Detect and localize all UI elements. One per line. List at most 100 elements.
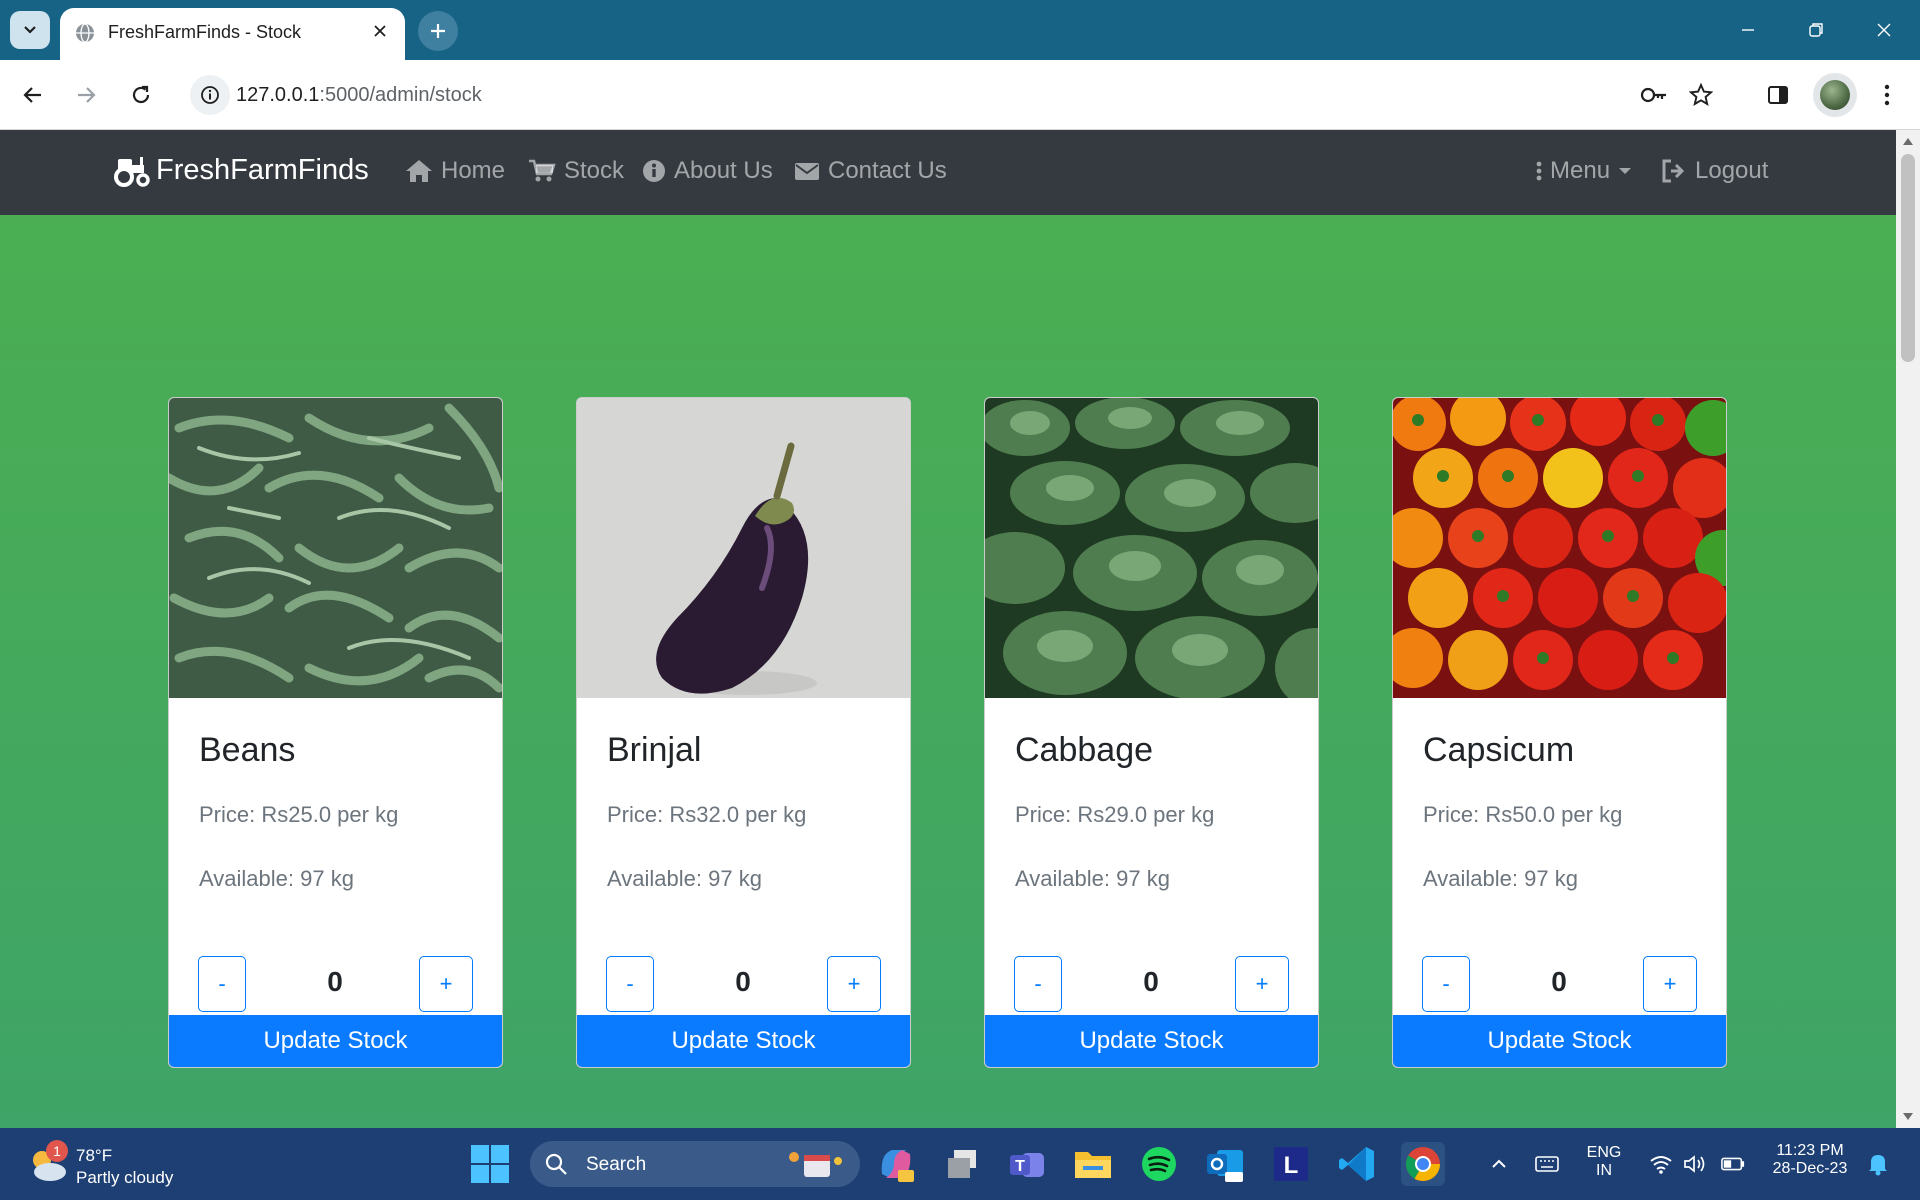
close-window-button[interactable] — [1861, 10, 1907, 50]
nav-about-us[interactable]: About Us — [642, 157, 773, 185]
brand-link[interactable]: FreshFarmFinds — [114, 154, 369, 187]
decrease-quantity-button[interactable]: - — [198, 956, 246, 1012]
taskbar-task-view[interactable] — [940, 1142, 984, 1186]
site-info-button[interactable] — [190, 75, 230, 115]
side-panel-icon — [1768, 86, 1788, 104]
decrease-quantity-button[interactable]: - — [1422, 956, 1470, 1012]
scroll-up-icon[interactable] — [1903, 138, 1913, 145]
clock[interactable]: 11:23 PM 28-Dec-23 — [1762, 1142, 1858, 1178]
chevron-up-icon — [1492, 1159, 1506, 1168]
back-button[interactable] — [13, 75, 53, 115]
clock-time: 11:23 PM — [1776, 1142, 1844, 1159]
taskbar-l-app[interactable]: L — [1269, 1142, 1313, 1186]
taskbar-file-explorer[interactable] — [1071, 1142, 1115, 1186]
taskbar-vscode[interactable] — [1335, 1142, 1379, 1186]
nav-home[interactable]: Home — [405, 157, 505, 185]
page-scrollbar[interactable] — [1896, 130, 1920, 1128]
outlook-icon — [1207, 1150, 1243, 1182]
wifi-button[interactable] — [1649, 1152, 1673, 1176]
star-icon — [1689, 83, 1713, 106]
increase-quantity-button[interactable]: + — [1235, 956, 1289, 1012]
volume-button[interactable] — [1683, 1152, 1707, 1176]
close-icon — [1877, 23, 1891, 37]
caret-down-icon — [1619, 168, 1632, 174]
update-stock-button[interactable]: Update Stock — [985, 1015, 1318, 1067]
info-icon — [201, 86, 219, 104]
new-tab-button[interactable] — [418, 11, 458, 51]
minimize-button[interactable] — [1725, 10, 1771, 50]
update-stock-button[interactable]: Update Stock — [169, 1015, 502, 1067]
teams-icon: T — [1010, 1153, 1044, 1177]
browser-toolbar: 127.0.0.1:5000/admin/stock — [0, 60, 1920, 130]
taskbar-chrome[interactable] — [1401, 1142, 1445, 1186]
nav-contact-label: Contact Us — [828, 157, 947, 184]
side-panel-button[interactable] — [1758, 75, 1798, 115]
restore-button[interactable] — [1793, 10, 1839, 50]
product-name: Beans — [199, 731, 296, 769]
profile-avatar[interactable] — [1813, 73, 1857, 117]
forward-button[interactable] — [66, 75, 106, 115]
taskbar-spotify[interactable] — [1137, 1142, 1181, 1186]
taskbar-teams[interactable]: T — [1005, 1142, 1049, 1186]
product-price: Price: Rs29.0 per kg — [1015, 802, 1215, 827]
windows-start-icon[interactable] — [470, 1144, 510, 1184]
nav-menu-dropdown[interactable]: Menu — [1536, 157, 1632, 185]
nav-logout[interactable]: Logout — [1661, 157, 1768, 185]
increase-quantity-button[interactable]: + — [1643, 956, 1697, 1012]
password-key-button[interactable] — [1634, 75, 1674, 115]
address-bar[interactable]: 127.0.0.1:5000/admin/stock — [182, 70, 1740, 120]
page-viewport: FreshFarmFinds Home Stock About Us Conta… — [0, 130, 1896, 1128]
weather-temperature: 78°F — [76, 1146, 113, 1165]
minimize-icon — [1742, 29, 1754, 31]
taskbar-copilot[interactable] — [874, 1142, 918, 1186]
scroll-down-icon[interactable] — [1903, 1113, 1913, 1120]
product-price: Price: Rs25.0 per kg — [199, 802, 399, 827]
taskbar-outlook[interactable] — [1203, 1142, 1247, 1186]
weather-description: Partly cloudy — [76, 1168, 174, 1187]
beans-image — [169, 398, 502, 698]
bookmark-button[interactable] — [1681, 75, 1721, 115]
product-price: Price: Rs50.0 per kg — [1423, 802, 1623, 827]
quantity-value: 0 — [1551, 966, 1567, 997]
battery-button[interactable] — [1721, 1152, 1745, 1176]
product-card-brinjal: Brinjal Price: Rs32.0 per kg Available: … — [576, 397, 911, 1068]
scroll-thumb[interactable] — [1901, 154, 1915, 362]
quantity-value: 0 — [1143, 966, 1159, 997]
product-availability: Available: 97 kg — [1015, 866, 1170, 891]
tab-close-button[interactable] — [367, 18, 393, 44]
nav-stock[interactable]: Stock — [528, 157, 624, 185]
brinjal-image — [577, 398, 910, 698]
nav-contact-us[interactable]: Contact Us — [794, 157, 947, 185]
decrease-quantity-button[interactable]: - — [1014, 956, 1062, 1012]
weather-widget[interactable]: 1 78°F Partly cloudy — [24, 1138, 204, 1190]
language-code: ENG — [1586, 1144, 1622, 1161]
svg-text:T: T — [1015, 1158, 1025, 1175]
cart-icon — [529, 159, 556, 182]
browser-tab-active[interactable]: FreshFarmFinds - Stock — [60, 8, 405, 60]
restore-icon — [1809, 23, 1823, 37]
quantity-value: 0 — [327, 966, 343, 997]
browser-menu-button[interactable] — [1867, 75, 1907, 115]
notifications-button[interactable] — [1866, 1152, 1890, 1176]
tab-search-button[interactable] — [10, 11, 50, 49]
increase-quantity-button[interactable]: + — [419, 956, 473, 1012]
reload-button[interactable] — [121, 75, 161, 115]
wifi-icon — [1650, 1156, 1672, 1174]
update-stock-button[interactable]: Update Stock — [577, 1015, 910, 1067]
show-hidden-icons-button[interactable] — [1487, 1152, 1511, 1176]
copilot-icon — [881, 1150, 914, 1182]
keyboard-button[interactable] — [1535, 1152, 1559, 1176]
chrome-icon — [1406, 1147, 1440, 1181]
decrease-quantity-button[interactable]: - — [606, 956, 654, 1012]
vertical-dots-icon — [1536, 161, 1542, 181]
notification-badge: 1 — [46, 1140, 68, 1162]
update-stock-button[interactable]: Update Stock — [1393, 1015, 1726, 1067]
language-indicator[interactable]: ENG IN — [1584, 1144, 1624, 1180]
taskbar-search[interactable]: Search — [530, 1141, 860, 1187]
url-host: 127.0.0.1 — [236, 84, 320, 106]
windows-taskbar: 1 78°F Partly cloudy Search T L ENG IN 1… — [0, 1128, 1920, 1200]
increase-quantity-button[interactable]: + — [827, 956, 881, 1012]
region-code: IN — [1596, 1162, 1612, 1179]
info-circle-icon — [643, 160, 665, 182]
plus-icon — [431, 24, 445, 38]
